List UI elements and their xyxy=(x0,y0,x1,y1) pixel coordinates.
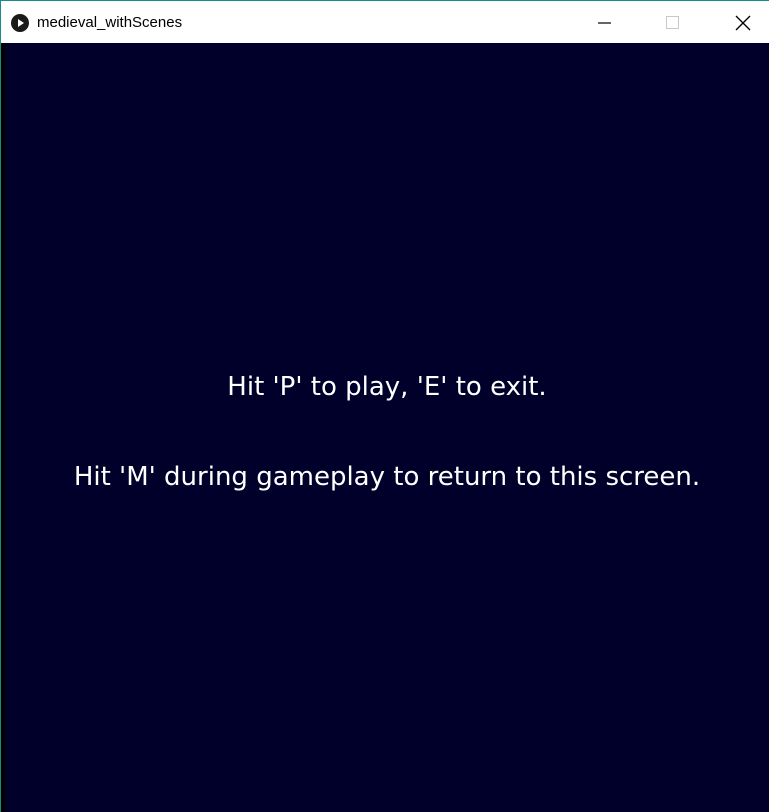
window-title: medieval_withScenes xyxy=(37,14,183,31)
return-menu-instruction: Hit 'M' during gameplay to return to thi… xyxy=(73,462,701,492)
maximize-icon xyxy=(666,16,679,29)
app-play-icon xyxy=(11,14,29,32)
minimize-icon xyxy=(598,22,611,24)
game-canvas[interactable]: Hit 'P' to play, 'E' to exit. Hit 'M' du… xyxy=(5,43,769,812)
title-bar[interactable]: medieval_withScenes xyxy=(1,1,769,43)
close-icon xyxy=(735,15,751,31)
app-window: medieval_withScenes Hit 'P' to play, 'E'… xyxy=(0,0,769,812)
maximize-button[interactable] xyxy=(638,1,704,43)
close-button[interactable] xyxy=(705,1,769,43)
minimize-button[interactable] xyxy=(571,1,637,43)
play-exit-instruction: Hit 'P' to play, 'E' to exit. xyxy=(227,372,547,402)
